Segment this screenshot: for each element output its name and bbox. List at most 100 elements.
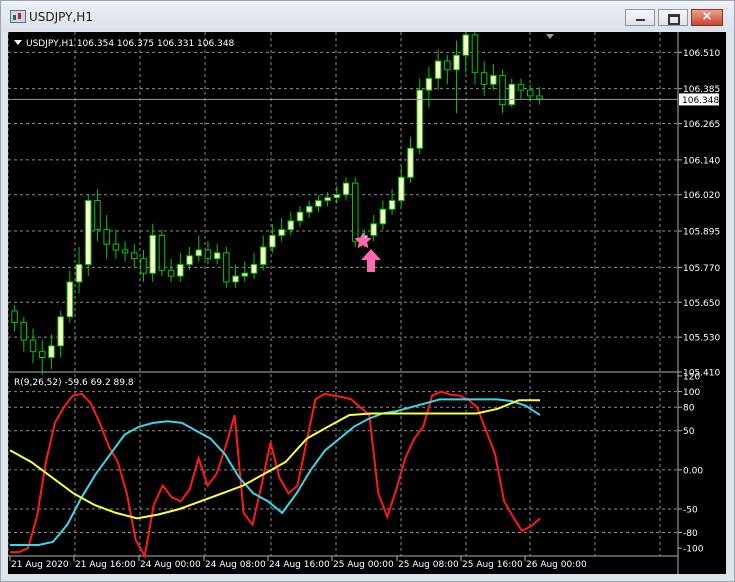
candle-body	[75, 263, 83, 283]
dropdown-triangle-icon[interactable]	[14, 40, 22, 45]
time-tick-label: 25 Aug 00:00	[333, 560, 394, 570]
candle-body	[379, 208, 387, 225]
minimize-button[interactable]	[625, 9, 655, 26]
maximize-icon	[668, 14, 680, 25]
price-tick-label: 106.140	[683, 156, 720, 166]
price-tick-label: 105.530	[683, 334, 720, 344]
price-tick-label: 106.510	[683, 49, 720, 59]
candle-body	[278, 229, 285, 236]
candle-body	[480, 72, 488, 85]
candle-body	[241, 272, 249, 277]
price-tick-label: 105.895	[683, 228, 720, 238]
time-tick-label: 25 Aug 08:00	[398, 560, 459, 570]
candle-body	[84, 200, 92, 265]
candle-body	[425, 77, 433, 91]
candle-body	[195, 249, 203, 257]
price-info-label: USDJPY,H1 106.354 106.375 106.331 106.34…	[26, 39, 235, 49]
candle-body	[471, 34, 479, 74]
candle-body	[444, 60, 451, 71]
cyan-indicator-line	[10, 398, 541, 546]
candle-body	[11, 310, 18, 324]
time-tick-label: 25 Aug 16:00	[462, 560, 523, 570]
time-tick-label: 24 Aug 08:00	[205, 560, 266, 570]
maximize-button[interactable]	[658, 9, 688, 26]
candle-body	[177, 263, 184, 277]
candle-body	[121, 249, 129, 254]
indicator-lines	[9, 390, 541, 559]
up-arrow-icon	[361, 249, 381, 272]
close-icon: ×	[701, 9, 713, 24]
grid	[7, 32, 678, 556]
candle-body	[517, 83, 525, 91]
indicator-tick-label: 0.00	[683, 466, 703, 476]
price-tick-label: 106.265	[683, 120, 720, 130]
candle-body	[499, 75, 506, 106]
red-indicator-line	[10, 390, 541, 559]
price-tick-label: 105.650	[683, 299, 720, 309]
chart-canvas[interactable]: 106.510106.385106.265106.140106.020105.8…	[7, 26, 726, 574]
candle-body	[140, 258, 147, 274]
candle-body	[333, 194, 341, 199]
candle-body	[213, 252, 221, 260]
candle-body	[453, 54, 460, 71]
candle-body	[57, 316, 64, 347]
shift-marker-icon[interactable]	[546, 34, 554, 39]
candle-body	[490, 75, 497, 85]
indicator-tick-label: -80	[683, 529, 698, 539]
indicator-tick-label: -100	[683, 545, 704, 555]
time-tick-label: 21 Aug 16:00	[75, 560, 136, 570]
candle-body	[398, 176, 405, 202]
candle-body	[370, 223, 377, 236]
candle-body	[149, 234, 156, 274]
candle-body	[324, 197, 331, 202]
candle-body	[259, 246, 267, 265]
candle-body	[112, 243, 120, 251]
candle-body	[158, 234, 166, 271]
price-tick-label: 106.020	[683, 191, 720, 201]
buy-signal	[354, 232, 381, 272]
candle-body	[103, 229, 110, 245]
candle-body	[351, 182, 359, 242]
candle-body	[508, 83, 516, 106]
title-bar[interactable]: USDJPY,H1 ×	[1, 1, 734, 31]
indicator-axis-labels: 120 100 80 50 0.00 -50 -80 -100	[678, 372, 704, 555]
candle-body	[287, 220, 295, 231]
window-title: USDJPY,H1	[29, 10, 93, 24]
candle-body	[416, 89, 423, 149]
candle-body	[269, 234, 276, 248]
minimize-icon	[636, 19, 645, 21]
candle-body	[388, 200, 396, 210]
time-tick-label: 21 Aug 2020	[11, 560, 69, 570]
candle-body	[131, 252, 138, 260]
candle-body	[315, 200, 322, 207]
indicator-tick-label: -50	[683, 506, 698, 516]
candle-body	[48, 345, 55, 358]
chart-area[interactable]: 106.510 106.385 106.265 106.140 106.020 105.8…	[7, 26, 726, 574]
candle-body	[342, 182, 350, 196]
time-tick-label: 26 Aug 00:00	[526, 560, 587, 570]
candle-body	[232, 275, 239, 283]
candle-body	[204, 249, 212, 260]
chart-window: USDJPY,H1 × 106.510 106.385 106.265 106.140…	[0, 0, 735, 582]
indicator-tick-label: 80	[683, 404, 695, 414]
candle-body	[66, 281, 74, 318]
candle-body	[434, 60, 442, 79]
time-axis-labels: 21 Aug 2020 21 Aug 16:00 24 Aug 00:00 24 Au…	[9, 556, 587, 570]
candlesticks	[11, 26, 543, 375]
candle-body	[250, 263, 258, 274]
close-button[interactable]: ×	[691, 9, 723, 26]
indicator-tick-label: 120	[683, 372, 700, 382]
candle-body	[526, 89, 534, 97]
candle-body	[29, 339, 37, 353]
price-tick-label: 105.770	[683, 264, 720, 274]
indicator-tick-label: 50	[683, 427, 695, 437]
candle-body	[94, 200, 101, 231]
candle-body	[305, 205, 313, 213]
candle-body	[223, 252, 230, 283]
candle-body	[462, 34, 470, 56]
candle-body	[407, 147, 414, 178]
indicator-info-label: R(9,26,52) -59.6 69.2 89.8	[14, 378, 134, 388]
time-tick-label: 24 Aug 00:00	[140, 560, 201, 570]
candle-body	[536, 95, 543, 100]
candle-body	[20, 322, 28, 341]
